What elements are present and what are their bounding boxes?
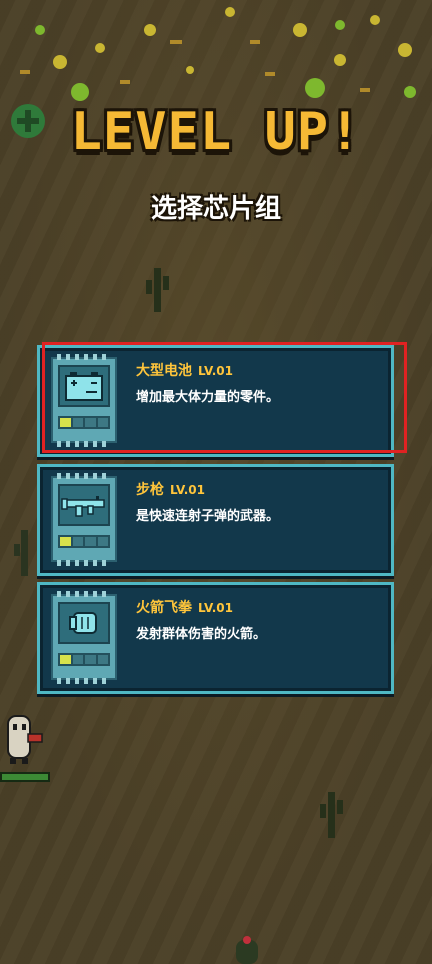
chip-level: LV.01 xyxy=(170,483,205,497)
player-robot-icon xyxy=(7,715,43,764)
choose-chipset-subtitle: 选择芯片组 xyxy=(150,194,281,224)
chip-description: 发射群体伤害的火箭。 xyxy=(136,627,267,642)
cactus-icon xyxy=(146,268,169,312)
chip-level-bars xyxy=(58,535,110,548)
rocket-fist-icon xyxy=(69,612,97,634)
chip-card-rocket-fist[interactable]: 火箭飞拳 LV.01 发射群体伤害的火箭。 xyxy=(37,582,394,694)
chip-name: 步枪 xyxy=(136,482,164,498)
selection-highlight xyxy=(42,342,407,453)
rifle-icon xyxy=(61,496,105,517)
chip-icon-frame xyxy=(51,473,117,566)
cactus-icon xyxy=(320,792,343,838)
player-health-bar xyxy=(0,772,50,782)
chip-level-bars xyxy=(58,653,110,666)
level-up-title: LEVEL UP! xyxy=(70,102,362,162)
cactus-icon xyxy=(14,530,28,576)
falling-bolts-decoration xyxy=(20,7,416,101)
flowering-cactus-icon xyxy=(236,936,258,964)
chip-level: LV.01 xyxy=(198,601,233,615)
chip-name: 火箭飞拳 xyxy=(136,600,192,616)
chip-icon-frame xyxy=(51,591,117,684)
chip-description: 是快速连射子弹的武器。 xyxy=(136,509,280,524)
chip-card-rifle[interactable]: 步枪 LV.01 是快速连射子弹的武器。 xyxy=(37,464,394,576)
